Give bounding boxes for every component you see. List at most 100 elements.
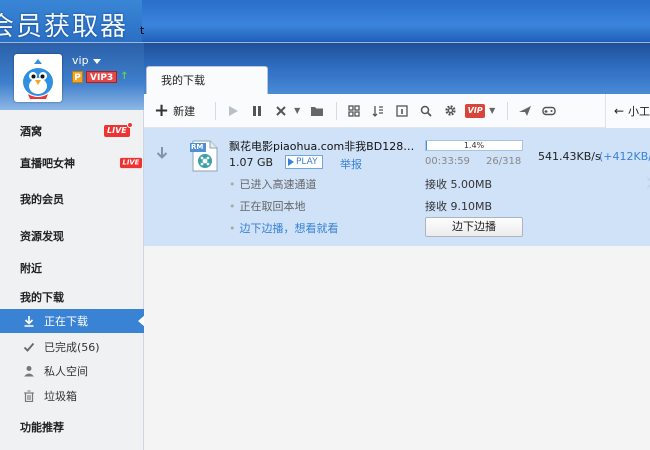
stream-play-button[interactable]: 边下边播	[425, 217, 523, 237]
up-arrow-icon: ↑	[120, 71, 129, 82]
tools-button[interactable]: ← 小工	[604, 94, 650, 128]
status-detail-text: 正在取回本地	[239, 200, 306, 213]
bullet-icon: •	[229, 200, 236, 213]
username-dropdown[interactable]: vip	[72, 54, 101, 67]
plus-icon: +	[154, 99, 170, 121]
download-client-window: vip P VIP3 ↑ 酒窝 LIVE 直播吧女神 LIVE 我的会员 资源发…	[0, 42, 650, 450]
folder-icon[interactable]	[306, 100, 328, 122]
piece-count: 26/318	[486, 156, 522, 167]
sidebar-item-jiuwo[interactable]: 酒窝 LIVE	[0, 118, 144, 144]
bullet-icon: •	[229, 222, 236, 235]
info-icon[interactable]	[391, 100, 413, 122]
tab-my-downloads[interactable]: 我的下载	[146, 66, 268, 94]
vip-icon-label: VIP	[465, 103, 486, 118]
status-detail: • 已进入高速通道	[229, 176, 317, 192]
gear-icon[interactable]	[439, 100, 461, 122]
sidebar: vip P VIP3 ↑ 酒窝 LIVE 直播吧女神 LIVE 我的会员 资源发…	[0, 42, 145, 450]
stream-link-text: 边下边播，想看就看	[239, 222, 339, 235]
sidebar-item-label: 直播吧女神	[20, 157, 75, 170]
progress-percent: 1.4%	[463, 141, 485, 150]
download-list: RM 飘花电影piaohua.com非我BD1280高... 1.07 GB P…	[144, 128, 650, 450]
sidebar-subitem-completed[interactable]: 已完成(56)	[0, 335, 144, 359]
arrow-left-icon: ←	[613, 104, 624, 118]
sidebar-item-discover[interactable]: 资源发现	[0, 223, 144, 249]
file-type-label: RM	[191, 143, 204, 151]
plane-icon[interactable]	[514, 100, 536, 122]
sidebar-item-label: 我的下载	[20, 291, 64, 304]
sidebar-subitem-label: 垃圾箱	[44, 390, 77, 403]
download-direction-icon	[156, 146, 168, 164]
pause-icon[interactable]	[246, 100, 268, 122]
p-level-icon: P	[72, 70, 83, 83]
toolbar-divider	[336, 101, 338, 120]
toolbar-divider	[215, 101, 217, 120]
report-link[interactable]: 举报	[340, 156, 362, 172]
status-detail: • 正在取回本地	[229, 198, 306, 214]
play-icon[interactable]	[222, 100, 244, 122]
background-window: 会员获取器 t	[0, 0, 650, 42]
download-arrow-icon	[22, 314, 36, 328]
search-icon[interactable]	[415, 100, 437, 122]
checkmark-icon	[22, 340, 36, 354]
received-amount: 接收 9.10MB	[425, 200, 493, 213]
sidebar-subitem-trash[interactable]: 垃圾箱	[0, 384, 144, 408]
sidebar-subitem-label: 私人空间	[44, 365, 88, 378]
play-label: PLAY	[296, 157, 318, 167]
elapsed-time: 00:33:59	[425, 156, 470, 167]
notification-dot-icon	[126, 122, 133, 128]
sidebar-section-label: 功能推荐	[20, 421, 64, 434]
delete-icon[interactable]	[270, 100, 292, 122]
background-window-title: 会员获取器	[0, 12, 129, 42]
tab-bar: 我的下载	[144, 42, 650, 94]
sidebar-item-zhibo-nvshen[interactable]: 直播吧女神 LIVE	[0, 150, 144, 176]
sidebar-item-label: 资源发现	[20, 230, 64, 243]
new-task-button[interactable]: + 新建	[154, 100, 195, 122]
user-icon	[22, 364, 36, 378]
sidebar-subitem-label: 已完成(56)	[44, 341, 100, 354]
gamepad-icon[interactable]	[538, 100, 560, 122]
trash-icon	[22, 389, 36, 403]
background-window-mark: t	[140, 24, 145, 37]
accelerated-speed: (+412KB/s	[599, 150, 650, 163]
sidebar-subitem-private-space[interactable]: 私人空间	[0, 359, 144, 383]
bullet-icon: •	[229, 178, 236, 191]
sidebar-item-my-vip[interactable]: 我的会员	[0, 186, 144, 212]
new-task-label: 新建	[173, 104, 196, 118]
toolbar: + 新建 ▼ VIP ▼ ← 小工	[144, 94, 650, 128]
live-badge-text: LIVE	[107, 126, 127, 135]
sidebar-item-my-downloads[interactable]: 我的下载	[0, 284, 144, 310]
sort-icon[interactable]	[367, 100, 389, 122]
bird-avatar-icon	[16, 56, 60, 100]
file-size: 1.07 GB	[229, 156, 274, 169]
grid-icon[interactable]	[343, 100, 365, 122]
chevron-right-icon[interactable]: ›	[645, 168, 650, 196]
chevron-down-icon[interactable]: ▼	[294, 100, 304, 122]
sidebar-section-features[interactable]: 功能推荐	[0, 414, 144, 440]
chevron-down-icon	[92, 58, 101, 64]
sidebar-item-nearby[interactable]: 附近	[0, 255, 144, 281]
sidebar-subitem-label: 正在下载	[44, 315, 88, 328]
live-badge: LIVE	[119, 157, 142, 169]
vip-level-badge[interactable]: P VIP3 ↑	[72, 70, 129, 83]
toolbar-divider	[507, 101, 509, 120]
user-panel: vip P VIP3 ↑	[0, 42, 144, 110]
download-row[interactable]: RM 飘花电影piaohua.com非我BD1280高... 1.07 GB P…	[144, 128, 650, 246]
status-detail-text: 已进入高速通道	[239, 178, 317, 191]
play-icon	[288, 158, 294, 166]
sidebar-subitem-downloading[interactable]: 正在下载	[0, 309, 145, 333]
progress-bar: 1.4%	[425, 140, 523, 151]
stream-link[interactable]: • 边下边播，想看就看	[229, 220, 339, 236]
received-amount: 接收 5.00MB	[425, 178, 493, 191]
tools-label: 小工	[628, 105, 650, 118]
play-button[interactable]: PLAY	[285, 155, 323, 169]
file-name: 飘花电影piaohua.com非我BD1280高...	[229, 140, 415, 153]
vip-level-label: VIP3	[86, 70, 118, 83]
rm-video-file-icon: RM	[190, 140, 220, 172]
vip-icon[interactable]: VIP	[463, 100, 487, 122]
chevron-down-icon[interactable]: ▼	[489, 100, 499, 122]
live-badge: LIVE	[104, 122, 133, 137]
download-speed: 541.43KB/s	[538, 150, 601, 163]
sidebar-item-label: 我的会员	[20, 193, 64, 206]
sidebar-item-label: 酒窝	[20, 125, 42, 138]
avatar[interactable]	[14, 54, 62, 102]
